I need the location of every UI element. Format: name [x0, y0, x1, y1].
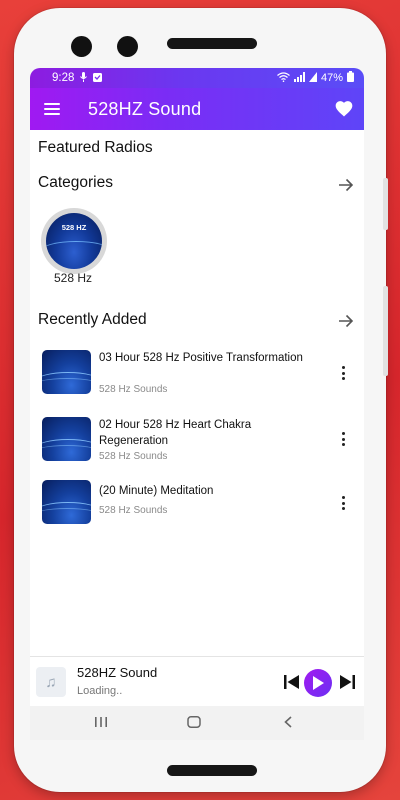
status-time: 9:28	[52, 72, 75, 84]
player-status: Loading..	[77, 685, 123, 697]
signal-icon	[293, 71, 305, 85]
category-thumb-label: 528 HZ	[61, 223, 87, 232]
recently-added-heading: Recently Added	[38, 311, 147, 328]
station-thumbnail	[42, 350, 91, 394]
more-options-icon[interactable]	[340, 366, 346, 380]
speaker-grille	[167, 38, 257, 49]
category-item-528hz[interactable]: 528 HZ	[41, 208, 107, 274]
power-button	[383, 286, 388, 376]
list-item[interactable]: 02 Hour 528 Hz Heart Chakra Regeneration…	[30, 417, 364, 473]
station-thumbnail	[42, 480, 91, 524]
volume-button	[383, 178, 388, 230]
hamburger-icon[interactable]	[44, 103, 60, 115]
skip-next-icon[interactable]	[339, 675, 355, 694]
status-bar: 9:28 47%	[30, 68, 364, 88]
categories-arrow-icon[interactable]	[338, 177, 354, 193]
home-icon[interactable]	[187, 715, 201, 733]
camera-lens	[71, 36, 92, 57]
station-title: 03 Hour 528 Hz Positive Transformation	[99, 352, 303, 364]
station-subtitle: 528 Hz Sounds	[99, 505, 168, 516]
station-subtitle: 528 Hz Sounds	[99, 451, 168, 462]
categories-heading: Categories	[38, 174, 113, 191]
mini-player[interactable]: ♫ 528HZ Sound Loading..	[30, 656, 364, 706]
recent-apps-icon[interactable]	[94, 715, 108, 733]
more-options-icon[interactable]	[340, 496, 346, 510]
category-name: 528 Hz	[54, 271, 93, 285]
app-screen: 9:28 47% 528HZ Sound Featured Radios Cat…	[30, 68, 364, 740]
recently-added-arrow-icon[interactable]	[338, 313, 354, 329]
app-bar: 528HZ Sound	[30, 88, 364, 130]
battery-icon	[347, 71, 354, 85]
wifi-icon	[277, 71, 290, 85]
more-options-icon[interactable]	[340, 432, 346, 446]
station-subtitle: 528 Hz Sounds	[99, 384, 168, 395]
notification-icon	[93, 72, 103, 84]
list-item[interactable]: (20 Minute) Meditation 528 Hz Sounds	[30, 480, 364, 536]
mic-icon	[80, 72, 88, 84]
station-title: 02 Hour 528 Hz Heart Chakra Regeneration	[99, 419, 252, 447]
player-title: 528HZ Sound	[77, 665, 158, 680]
play-button[interactable]	[304, 669, 332, 697]
bottom-speaker	[167, 765, 257, 776]
music-note-icon: ♫	[36, 667, 66, 697]
app-title: 528HZ Sound	[88, 98, 202, 119]
list-item[interactable]: 03 Hour 528 Hz Positive Transformation 5…	[30, 350, 364, 406]
station-title: (20 Minute) Meditation	[99, 485, 214, 497]
back-icon[interactable]	[283, 715, 293, 733]
system-nav-bar	[30, 706, 364, 740]
camera-sensor	[117, 36, 138, 57]
signal-2-icon	[308, 71, 317, 85]
skip-previous-icon[interactable]	[284, 675, 300, 694]
battery-percent: 47%	[320, 72, 343, 84]
heart-icon[interactable]	[334, 99, 354, 119]
category-thumbnail: 528 HZ	[46, 213, 102, 269]
featured-radios-heading: Featured Radios	[38, 139, 153, 156]
station-thumbnail	[42, 417, 91, 461]
